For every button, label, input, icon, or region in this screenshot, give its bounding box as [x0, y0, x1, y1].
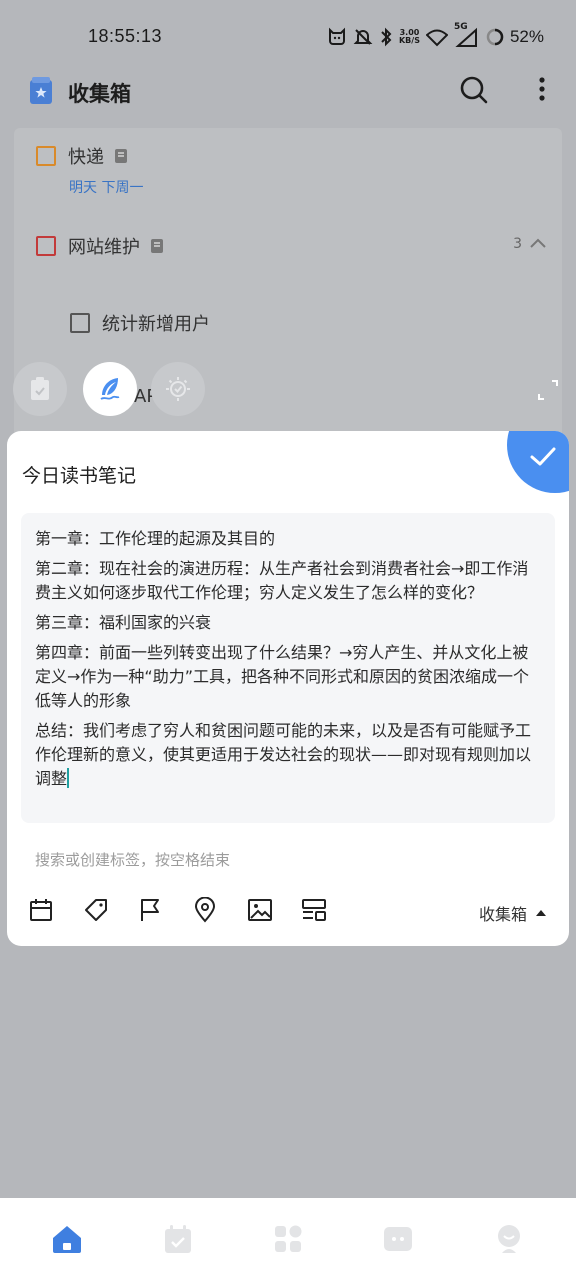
task-checkbox[interactable] — [36, 236, 56, 256]
clipboard-icon — [31, 377, 49, 400]
apps-grid-icon — [274, 1225, 302, 1252]
task-due-date: 明天 下周一 — [69, 180, 144, 196]
task-checkbox[interactable] — [70, 313, 90, 333]
inbox-folder-icon — [30, 77, 52, 104]
status-bar: 18:55:13 3.00 KB/S 5G 52% — [0, 0, 576, 72]
battery-ring-icon — [486, 28, 504, 46]
content-paragraph: 第二章：现在社会的演进历程：从生产者社会到消费者社会→即工作消费主义如何逐步取代… — [35, 559, 529, 602]
task-label: 网站维护 — [68, 237, 140, 258]
content-paragraph-last: 总结：我们考虑了穷人和贫困问题可能的未来，以及是否有可能赋予工作伦理新的意义，使… — [35, 719, 541, 791]
tag-input[interactable]: 搜索或创建标签，按空格结束 — [35, 849, 230, 870]
editor-toolbar: 收集箱 — [7, 897, 569, 927]
bluetooth-icon — [381, 27, 392, 47]
task-row-express[interactable]: 快递 — [36, 143, 128, 169]
check-icon — [530, 447, 556, 466]
battery-level: 52% — [509, 27, 544, 46]
handwriting-button[interactable] — [83, 362, 137, 416]
content-paragraph: 第一章：工作伦理的起源及其目的 — [35, 529, 276, 548]
chevron-up-icon[interactable] — [528, 234, 548, 254]
profile-icon — [497, 1225, 520, 1253]
task-editor-sheet: 今日读书笔记 第一章：工作伦理的起源及其目的 第二章：现在社会的演进历程：从生产… — [7, 431, 569, 946]
template-icon[interactable] — [301, 897, 327, 923]
tag-icon[interactable] — [83, 897, 109, 923]
page-title: 收集箱 — [68, 82, 131, 106]
signal-indicator: 5G — [454, 22, 480, 48]
clipboard-button[interactable] — [13, 362, 67, 416]
content-text: 总结：我们考虑了穷人和贫困问题可能的未来，以及是否有可能赋予工作伦理新的意义，使… — [35, 721, 532, 788]
nav-calendar[interactable] — [148, 1217, 208, 1261]
task-label: 快递 — [68, 147, 104, 168]
status-time: 18:55:13 — [88, 26, 163, 46]
more-icon[interactable] — [530, 74, 554, 106]
nav-focus[interactable] — [368, 1217, 428, 1261]
timer-button[interactable] — [151, 362, 205, 416]
note-icon — [151, 239, 163, 253]
home-icon — [53, 1226, 82, 1253]
task-row-subtask[interactable]: 统计新增用户 — [70, 310, 210, 336]
caret-up-icon — [536, 910, 546, 916]
flag-icon[interactable] — [138, 897, 162, 923]
location-icon[interactable] — [193, 897, 217, 923]
nav-home[interactable] — [37, 1217, 97, 1261]
search-icon[interactable] — [458, 74, 490, 106]
nav-profile[interactable] — [479, 1217, 539, 1261]
signal-icon — [455, 27, 477, 47]
content-paragraph: 第三章：福利国家的兴衰 — [35, 613, 212, 632]
task-row-site-maintenance[interactable]: 网站维护 — [36, 233, 164, 259]
bell-mute-icon — [353, 29, 373, 45]
status-icons: 3.00 KB/S 5G 52% — [327, 22, 544, 50]
note-icon — [115, 149, 127, 163]
wifi-icon — [425, 29, 448, 47]
task-label: 统计新增用户 — [102, 314, 210, 335]
calendar-icon[interactable] — [29, 897, 53, 923]
cat-app-icon — [328, 27, 345, 45]
subtask-count: 3 — [513, 236, 522, 252]
task-title-input[interactable]: 今日读书笔记 — [22, 461, 136, 488]
project-name: 收集箱 — [478, 905, 527, 924]
sun-check-icon — [166, 377, 190, 401]
image-icon[interactable] — [247, 897, 273, 923]
focus-icon — [384, 1227, 413, 1251]
quill-icon — [100, 378, 120, 400]
task-checkbox[interactable] — [36, 146, 56, 166]
project-selector[interactable]: 收集箱 — [479, 901, 547, 925]
calendar-icon — [164, 1225, 191, 1253]
expand-icon[interactable] — [536, 378, 560, 402]
bottom-navigation — [0, 1198, 576, 1280]
nav-apps[interactable] — [258, 1217, 318, 1261]
content-paragraph: 第四章：前面一些列转变出现了什么结果？→穷人产生、并从文化上被定义→作为一种“助… — [35, 643, 529, 710]
app-header: 收集箱 — [0, 72, 576, 128]
text-cursor — [67, 768, 70, 788]
task-content-editor[interactable]: 第一章：工作伦理的起源及其目的 第二章：现在社会的演进历程：从生产者社会到消费者… — [21, 513, 555, 823]
network-speed: 3.00 KB/S — [398, 28, 420, 45]
